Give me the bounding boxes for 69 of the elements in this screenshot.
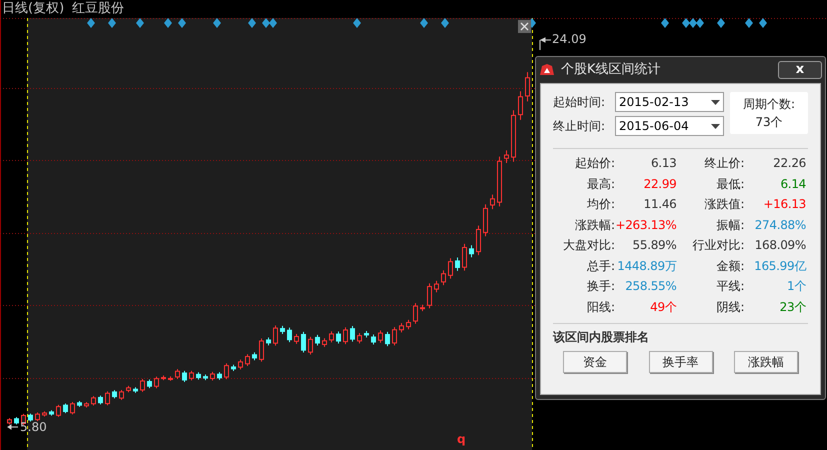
ranking-button[interactable]: 资金 xyxy=(563,351,627,373)
stat-label: 最低: xyxy=(715,176,744,193)
period-count-value: 73个 xyxy=(755,114,783,131)
stat-value: 23个 xyxy=(778,298,807,316)
diamond-marker-icon xyxy=(717,18,725,28)
stat-label: 终止价: xyxy=(703,155,744,172)
stat-label: 平线: xyxy=(715,278,744,296)
stat-value: 168.09% xyxy=(754,237,807,254)
stat-label: 大盘对比: xyxy=(562,237,615,254)
stat-value: 258.55% xyxy=(624,278,678,296)
start-time-label: 起始时间: xyxy=(553,94,606,111)
diamond-marker-icon xyxy=(420,18,428,28)
close-icon[interactable] xyxy=(518,20,531,33)
ranking-button[interactable]: 换手率 xyxy=(648,351,712,373)
diamond-marker-icon xyxy=(759,18,767,28)
stat-value: +263.13% xyxy=(615,216,678,234)
stat-label: 阳线: xyxy=(586,298,615,316)
stock-name: 红豆股份 xyxy=(72,0,124,18)
stat-value: +16.13 xyxy=(762,196,807,214)
diamond-marker-icon xyxy=(661,18,669,28)
dialog-title: 个股K线区间统计 xyxy=(561,61,662,80)
arrow-icon xyxy=(8,424,18,430)
period-count-label: 周期个数: xyxy=(742,96,796,113)
start-date-dropdown[interactable]: 2015-02-13 xyxy=(615,92,724,112)
chart-marker: q xyxy=(457,432,466,446)
diamond-marker-icon xyxy=(248,18,256,28)
diamond-marker-icon xyxy=(178,18,186,28)
stat-label: 行业对比: xyxy=(691,237,744,254)
stat-label: 振幅: xyxy=(715,216,744,234)
stat-label: 金额: xyxy=(715,258,744,275)
stat-label: 涨跌值: xyxy=(703,196,744,214)
dropdown-arrow-icon xyxy=(711,124,720,128)
stat-label: 阴线: xyxy=(715,298,744,316)
dropdown-arrow-icon xyxy=(711,100,720,104)
diamond-marker-icon xyxy=(745,18,753,28)
stat-value: 274.88% xyxy=(754,216,807,234)
diamond-marker-icon xyxy=(164,18,172,28)
stat-value: 6.14 xyxy=(779,176,807,193)
diamond-marker-icon xyxy=(87,18,95,28)
stat-value: 55.89% xyxy=(632,237,678,254)
close-button[interactable]: x xyxy=(778,61,822,79)
stat-value: 22.99 xyxy=(642,176,678,193)
arrow-icon xyxy=(540,37,552,50)
stat-label: 均价: xyxy=(586,196,615,214)
diamond-marker-icon xyxy=(353,18,361,28)
stat-value: 22.26 xyxy=(772,155,807,172)
high-price-label: 24.09 xyxy=(552,31,586,47)
stat-value: 49个 xyxy=(649,298,678,316)
stat-label: 起始价: xyxy=(574,155,615,172)
ranking-section-title: 该区间内股票排名 xyxy=(553,329,650,346)
low-price-label: 5.80 xyxy=(20,419,47,435)
diamond-marker-icon xyxy=(441,18,449,28)
stat-value: 11.46 xyxy=(642,196,678,214)
stat-value: 1448.89万 xyxy=(616,258,678,275)
chart-period-label: 日线(复权) xyxy=(2,0,64,18)
end-time-label: 终止时间: xyxy=(553,118,606,135)
stat-label: 总手: xyxy=(586,258,615,275)
diamond-marker-icon xyxy=(136,18,144,28)
ranking-button[interactable]: 涨跌幅 xyxy=(734,351,798,373)
stat-label: 涨跌幅: xyxy=(574,216,615,234)
stat-value: 6.13 xyxy=(650,155,678,172)
stat-value: 1个 xyxy=(786,278,807,296)
stat-label: 换手: xyxy=(586,278,615,296)
diamond-marker-icon xyxy=(108,18,116,28)
app-logo-icon xyxy=(539,63,555,77)
end-date-dropdown[interactable]: 2015-06-04 xyxy=(615,116,724,136)
diamond-marker-icon xyxy=(213,18,221,28)
stat-label: 最高: xyxy=(586,176,615,193)
stat-value: 165.99亿 xyxy=(753,258,808,275)
